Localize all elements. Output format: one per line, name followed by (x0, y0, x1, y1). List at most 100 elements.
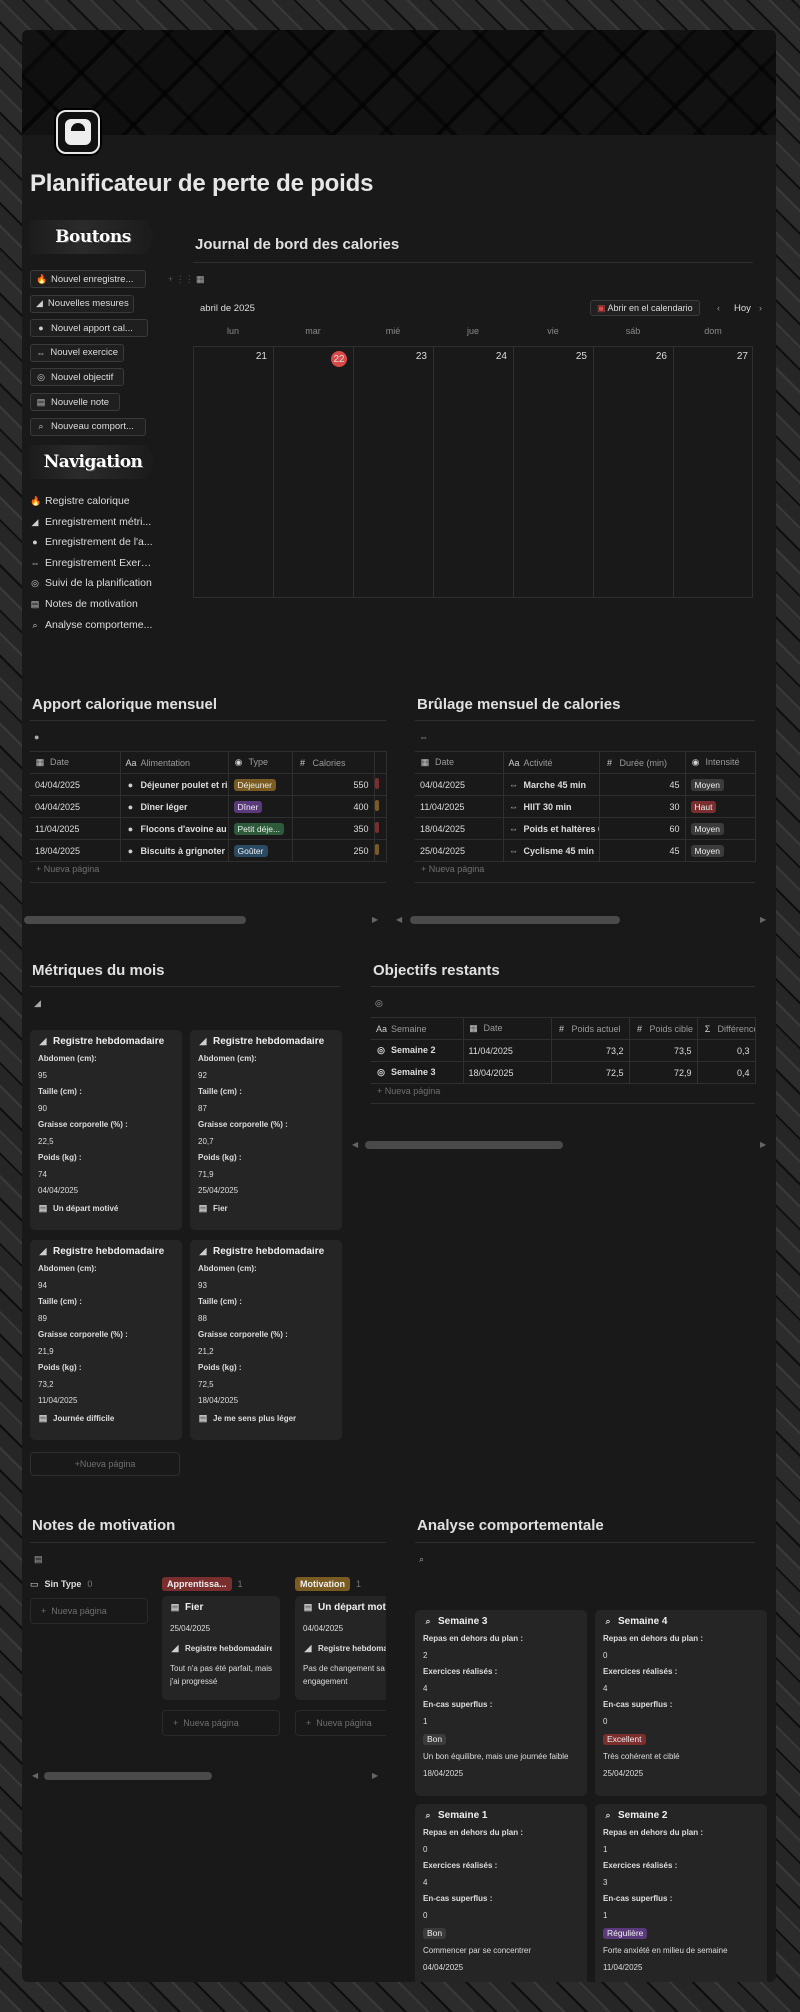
field-value: 4 (423, 1878, 428, 1887)
button-2[interactable]: ● Nouvel apport cal... (30, 319, 148, 338)
new-page-button[interactable]: + Nueva página (162, 1710, 280, 1736)
table-row[interactable]: ◎ Semaine 2 11/04/2025 73,2 73,5 0,3 (371, 1039, 756, 1062)
note-label: Journée difficile (53, 1413, 115, 1423)
nav-item-2[interactable]: ● Enregistrement de l'a... (30, 536, 154, 548)
calendar-day[interactable]: 25 (514, 347, 594, 597)
card-date: 25/04/2025 (198, 1187, 239, 1195)
nav-item-3[interactable]: ⇔ Enregistrement Exerci... (30, 557, 155, 569)
nav-item-0[interactable]: 🔥 Registre calorique (30, 495, 154, 507)
new-page-button[interactable]: + Nueva página (377, 1086, 440, 1096)
linked-record[interactable]: ◢ Registre hebdoma (303, 1644, 386, 1653)
table-row[interactable]: ◎ Semaine 3 18/04/2025 72,5 72,9 0,4 (371, 1061, 756, 1084)
metric-card[interactable]: ◢ Registre hebdomadaire Abdomen (cm): 94 Tai… (30, 1240, 182, 1440)
cell-type: Goûter (228, 839, 293, 862)
linked-note[interactable]: ▤ Fier (198, 1204, 334, 1213)
calendar-day[interactable]: 23 (354, 347, 434, 597)
next-month-button[interactable]: › (759, 303, 762, 313)
calendar-grid[interactable]: 21 22 23 24 25 26 27 (193, 346, 753, 598)
table-row[interactable]: 04/04/2025 ● Dîner léger Dîner 400 (30, 795, 387, 818)
board-column[interactable]: Apprentissa... 1 ▤ Fier 25/04/2025 ◢ Registre … (162, 1576, 284, 1736)
apple-icon: ● (127, 823, 134, 834)
behavior-card[interactable]: ⌕ Semaine 3 Repas en dehors du plan : 2 Exer… (415, 1610, 587, 1796)
add-drag-icon[interactable]: + ⋮⋮ (168, 274, 194, 285)
table-row[interactable]: 04/04/2025 ⇔ Marche 45 min 45 Moyen (415, 773, 756, 796)
button-label: Nouvel objectif (51, 371, 114, 383)
linked-note[interactable]: ▤ Un départ motivé (38, 1204, 174, 1213)
button-4[interactable]: ◎ Nouvel objectif (30, 368, 124, 387)
button-3[interactable]: ⇔ Nouvel exercice (30, 343, 124, 362)
note-label: Un départ motivé (53, 1203, 119, 1213)
prev-month-button[interactable]: ‹ (717, 303, 720, 313)
table-row[interactable]: 18/04/2025 ● Biscuits à grignoter Goûter 250 (30, 839, 387, 862)
linked-note[interactable]: ▤ Journée difficile (38, 1414, 174, 1423)
metric-card[interactable]: ◢ Registre hebdomadaire Abdomen (cm): 93 Tai… (190, 1240, 342, 1440)
buttons-banner: Boutons (30, 220, 156, 254)
table-row[interactable]: 18/04/2025 ⇔ Poids et haltères 6(60 Moyen (415, 817, 756, 840)
linked-note[interactable]: ▤ Je me sens plus léger (198, 1414, 334, 1423)
calendar-day[interactable]: 26 (594, 347, 674, 597)
calendar-view-icon[interactable]: ▦ (196, 274, 205, 285)
new-page-label: Nueva página (316, 1718, 372, 1728)
table-row[interactable]: 11/04/2025 ⇔ HIIT 30 min 30 Haut (415, 795, 756, 818)
card-title-label: Registre hebdomadaire (53, 1247, 165, 1257)
col-date: ▦ Date (415, 751, 504, 774)
card-title: ◢ Registre hebdomadaire (198, 1247, 334, 1257)
button-1[interactable]: ◢ Nouvelles mesures (30, 294, 134, 313)
day-number: 27 (736, 351, 748, 362)
button-0[interactable]: 🔥 Nouvel enregistre... (30, 270, 146, 288)
nav-item-1[interactable]: ◢ Enregistrement métri... (30, 516, 154, 528)
table-row[interactable]: 04/04/2025 ● Déjeuner poulet et riz Déjeune… (30, 773, 387, 796)
field-value: 73,2 (38, 1380, 54, 1389)
button-6[interactable]: ⌕ Nouveau comport... (30, 417, 146, 436)
new-page-button[interactable]: + Nueva página (421, 864, 484, 874)
today-button[interactable]: Hoy (734, 303, 751, 314)
table-row[interactable]: 25/04/2025 ⇔ Cyclisme 45 min 45 Moyen (415, 839, 756, 862)
nav-item-6[interactable]: ⌕ Analyse comporteme... (30, 619, 154, 631)
new-page-button[interactable]: + Nueva página (30, 1598, 148, 1624)
note-card[interactable]: ▤ Fier 25/04/2025 ◢ Registre hebdomadaire Tou… (162, 1596, 280, 1700)
burn-table[interactable]: ▦ Date Aa Activité # Durée (min) ◉ Intensité… (415, 751, 756, 862)
button-5[interactable]: ▤ Nouvelle note (30, 393, 120, 411)
new-page-button[interactable]: + Nueva página (30, 1452, 180, 1476)
scroll-right-icon[interactable]: ▶ (372, 915, 378, 924)
scroll-right-icon[interactable]: ▶ (372, 1771, 378, 1780)
new-page-button[interactable]: + Nueva página (295, 1710, 386, 1736)
behavior-card[interactable]: ⌕ Semaine 2 Repas en dehors du plan : 1 Exer… (595, 1804, 767, 1982)
linked-record[interactable]: ◢ Registre hebdomadaire (170, 1644, 272, 1653)
note-card[interactable]: ▤ Un départ moti 04/04/2025 ◢ Registre hebdo… (295, 1596, 386, 1700)
scroll-left-icon[interactable]: ◀ (32, 1771, 38, 1780)
nav-item-4[interactable]: ◎ Suivi de la planification (30, 577, 154, 589)
chart-icon: ◢ (199, 1247, 207, 1256)
cell-duration: 60 (599, 817, 686, 840)
board-column[interactable]: ▭ Sin Type 0 + Nueva página (30, 1576, 152, 1624)
note-icon: ▤ (198, 1203, 208, 1213)
scrollbar[interactable] (24, 916, 246, 924)
weekday-label: mar (305, 326, 321, 336)
scroll-right-icon[interactable]: ▶ (760, 915, 766, 924)
board-column[interactable]: Motivation 1 ▤ Un départ moti 04/04/2025 ◢ Reg… (295, 1576, 386, 1736)
calendar-day[interactable]: 21 (194, 347, 274, 597)
calendar-day[interactable]: 22 (274, 347, 354, 597)
calendar-day[interactable]: 24 (434, 347, 514, 597)
new-page-button[interactable]: + Nueva página (36, 864, 99, 874)
scrollbar[interactable] (410, 916, 620, 924)
behavior-card[interactable]: ⌕ Semaine 1 Repas en dehors du plan : 0 Exer… (415, 1804, 587, 1982)
card-date: 25/04/2025 (603, 1769, 644, 1778)
scroll-left-icon[interactable]: ◀ (396, 915, 402, 924)
intake-table[interactable]: ▦ Date Aa Alimentation ◉ Type # Calories 04/… (30, 751, 387, 862)
scrollbar[interactable] (44, 1772, 212, 1780)
scrollbar[interactable] (365, 1141, 563, 1149)
calendar-day[interactable]: 27 (674, 347, 754, 597)
behavior-card[interactable]: ⌕ Semaine 4 Repas en dehors du plan : 0 Exer… (595, 1610, 767, 1796)
table-row[interactable]: 11/04/2025 ● Flocons d'avoine au p Petit dé… (30, 817, 387, 840)
metric-card[interactable]: ◢ Registre hebdomadaire Abdomen (cm): 92 Tai… (190, 1030, 342, 1230)
scroll-left-icon[interactable]: ◀ (352, 1140, 358, 1149)
scroll-right-icon[interactable]: ▶ (760, 1140, 766, 1149)
button-label: Nouvel exercice (50, 347, 118, 359)
card-title-label: Semaine 4 (618, 1617, 668, 1627)
open-calendar-button[interactable]: ▣ Abrir en el calendario (590, 300, 700, 316)
notes-board[interactable]: ▭ Sin Type 0 + Nueva página Apprentissa... 1 ▤… (30, 1576, 386, 1776)
nav-item-5[interactable]: ▤ Notes de motivation (30, 598, 154, 610)
metric-card[interactable]: ◢ Registre hebdomadaire Abdomen (cm): 95 Tai… (30, 1030, 182, 1230)
goals-table[interactable]: Aa Semaine ▦ Date # Poids actuel # Poids cib… (371, 1017, 756, 1084)
